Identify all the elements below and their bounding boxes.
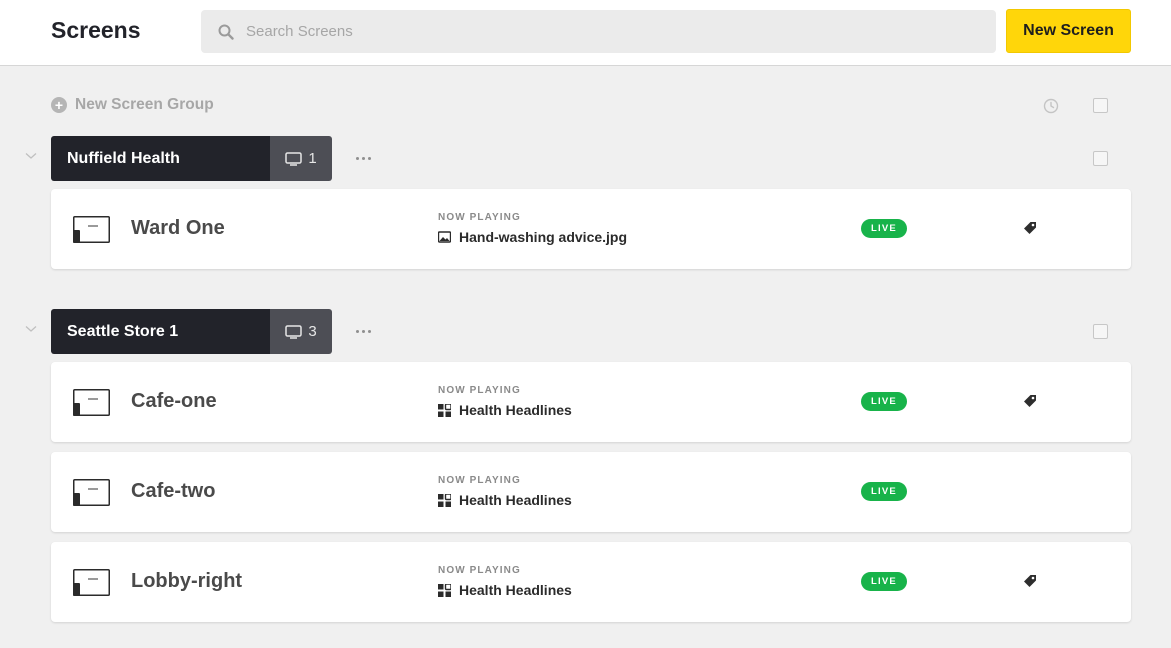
group-name: Seattle Store 1: [51, 309, 270, 354]
live-status-badge: LIVE: [861, 392, 907, 411]
device-icon: [73, 479, 110, 506]
new-screen-button[interactable]: New Screen: [1006, 9, 1131, 53]
screen-row[interactable]: Cafe-two NOW PLAYING Health Headlines LI…: [51, 452, 1131, 532]
search-box[interactable]: [201, 10, 996, 53]
group-more-menu-icon[interactable]: [356, 326, 371, 337]
tag-icon[interactable]: [1022, 573, 1038, 589]
select-all-checkbox[interactable]: [1093, 98, 1108, 113]
group-header[interactable]: Nuffield Health 1: [51, 136, 332, 181]
group-count-value: 1: [308, 150, 317, 167]
search-icon: [218, 24, 234, 40]
live-status-badge: LIVE: [861, 482, 907, 501]
group-count-value: 3: [308, 323, 317, 340]
page-title: Screens: [51, 17, 141, 43]
now-playing-label: NOW PLAYING: [438, 385, 521, 396]
app-grid-icon: [438, 403, 451, 417]
device-icon: [73, 569, 110, 596]
screen-name: Cafe-two: [131, 480, 216, 502]
tag-icon[interactable]: [1022, 393, 1038, 409]
new-screen-group-button[interactable]: + New Screen Group: [51, 96, 214, 114]
monitor-icon: [285, 324, 303, 339]
clock-icon[interactable]: [1043, 98, 1059, 114]
tag-icon[interactable]: [1022, 220, 1038, 236]
image-icon: [438, 231, 451, 243]
now-playing-content: Health Headlines: [438, 582, 572, 598]
group-more-menu-icon[interactable]: [356, 153, 371, 164]
search-input[interactable]: [246, 23, 946, 40]
screen-row[interactable]: Cafe-one NOW PLAYING Health Headlines LI…: [51, 362, 1131, 442]
group-name: Nuffield Health: [51, 136, 270, 181]
chevron-down-icon[interactable]: [25, 325, 37, 333]
screen-name: Cafe-one: [131, 390, 217, 412]
monitor-icon: [285, 151, 303, 166]
live-status-badge: LIVE: [861, 219, 907, 238]
now-playing-title: Health Headlines: [459, 402, 572, 418]
screen-row[interactable]: Ward One NOW PLAYING Hand-washing advice…: [51, 189, 1131, 269]
new-screen-group-label: New Screen Group: [75, 96, 214, 113]
now-playing-label: NOW PLAYING: [438, 212, 521, 223]
screen-name: Ward One: [131, 217, 225, 239]
device-icon: [73, 216, 110, 243]
top-bar: Screens New Screen: [0, 0, 1171, 66]
app-grid-icon: [438, 583, 451, 597]
chevron-down-icon[interactable]: [25, 152, 37, 160]
now-playing-content: Health Headlines: [438, 402, 572, 418]
plus-circle-icon: +: [51, 97, 67, 113]
now-playing-title: Hand-washing advice.jpg: [459, 229, 628, 245]
group-header[interactable]: Seattle Store 1 3: [51, 309, 332, 354]
device-icon: [73, 389, 110, 416]
now-playing-content: Health Headlines: [438, 492, 572, 508]
now-playing-label: NOW PLAYING: [438, 565, 521, 576]
now-playing-title: Health Headlines: [459, 582, 572, 598]
app-grid-icon: [438, 493, 451, 507]
screen-name: Lobby-right: [131, 570, 243, 592]
group-checkbox[interactable]: [1093, 151, 1108, 166]
now-playing-content: Hand-washing advice.jpg: [438, 229, 627, 245]
now-playing-title: Health Headlines: [459, 492, 572, 508]
live-status-badge: LIVE: [861, 572, 907, 591]
screen-row[interactable]: Lobby-right NOW PLAYING Health Headlines…: [51, 542, 1131, 622]
group-screen-count: 3: [270, 309, 332, 354]
now-playing-label: NOW PLAYING: [438, 475, 521, 486]
group-screen-count: 1: [270, 136, 332, 181]
group-checkbox[interactable]: [1093, 324, 1108, 339]
